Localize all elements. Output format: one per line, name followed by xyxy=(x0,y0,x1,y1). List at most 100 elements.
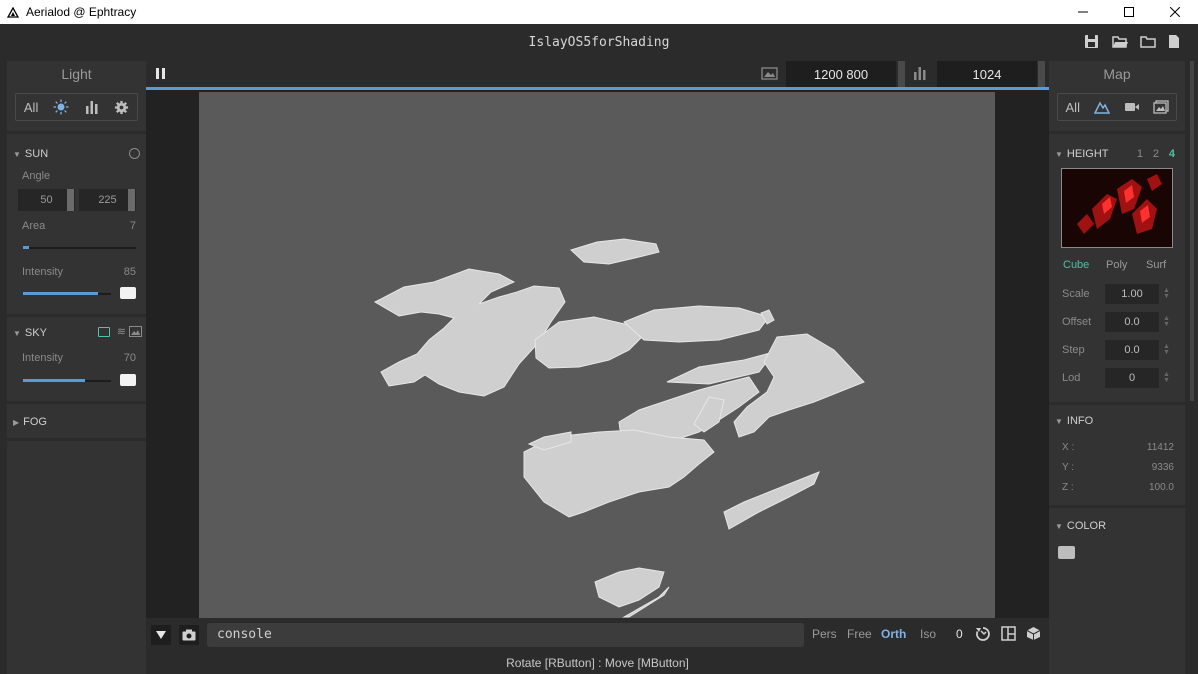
sky-intensity-slider[interactable] xyxy=(23,379,111,382)
samples-value: 1024 xyxy=(972,66,1002,82)
resolution-handle[interactable] xyxy=(898,61,905,87)
offset-input[interactable]: 0.0 xyxy=(1105,312,1159,332)
samples-handle[interactable] xyxy=(1038,61,1045,87)
terrain-color-swatch[interactable] xyxy=(1058,546,1075,559)
console-input[interactable]: console xyxy=(207,623,804,647)
color-section-header[interactable]: ▼ COLOR xyxy=(1049,514,1185,538)
sky-uniform-icon[interactable] xyxy=(98,327,110,337)
new-file-icon[interactable] xyxy=(1168,34,1184,50)
fog-section-header[interactable]: ▶ FOG xyxy=(7,410,146,434)
tab-all[interactable]: All xyxy=(17,95,45,119)
collapse-triangle-icon: ▼ xyxy=(1055,149,1063,159)
samples-input[interactable]: 1024 xyxy=(937,61,1037,87)
step-input[interactable]: 0.0 xyxy=(1105,340,1159,360)
close-button[interactable] xyxy=(1152,0,1198,24)
area-slider[interactable] xyxy=(23,246,136,249)
mode-free[interactable]: Free xyxy=(847,627,872,641)
offset-row: Offset 0.0 ▲ ▼ xyxy=(1049,308,1185,336)
viewport: 1200 800 1024 console Pers Free Orth Iso… xyxy=(146,61,1049,674)
mode-surf[interactable]: Surf xyxy=(1146,259,1166,271)
expand-triangle-icon: ▶ xyxy=(13,417,20,427)
info-y-label: Y : xyxy=(1062,461,1075,473)
info-y-value: 9336 xyxy=(1151,461,1174,473)
status-bar: Rotate [RButton] : Move [MButton] xyxy=(506,656,689,670)
sky-image-icon[interactable] xyxy=(129,326,142,340)
sky-section-header[interactable]: ▼ SKY ≋ xyxy=(7,321,146,345)
info-x-row: X : 11412 xyxy=(1049,437,1185,457)
gear-icon[interactable] xyxy=(108,95,136,119)
console-toggle-button[interactable] xyxy=(151,625,171,645)
lod-input[interactable]: 0 xyxy=(1105,368,1159,388)
sun-color-swatch[interactable] xyxy=(120,287,136,299)
camera-screenshot-button[interactable] xyxy=(179,625,199,645)
save-icon[interactable] xyxy=(1084,34,1100,50)
lod-option-2[interactable]: 2 xyxy=(1153,148,1159,160)
folder-icon[interactable] xyxy=(1140,34,1156,50)
maximize-button[interactable] xyxy=(1106,0,1152,24)
right-scrollbar-thumb[interactable] xyxy=(1190,61,1194,401)
divider xyxy=(1049,505,1185,508)
collapse-triangle-icon: ▼ xyxy=(1055,521,1063,531)
sun-section-label: SUN xyxy=(24,148,49,160)
app-header: IslayOS5forShading xyxy=(0,24,1198,60)
render-canvas[interactable] xyxy=(199,92,995,618)
scale-input[interactable]: 1.00 xyxy=(1105,284,1159,304)
right-scrollbar[interactable] xyxy=(1186,61,1198,674)
info-z-value: 100.0 xyxy=(1148,481,1174,493)
resolution-input[interactable]: 1200 800 xyxy=(786,61,896,87)
sun-intensity-row: Intensity 85 xyxy=(7,260,146,284)
sun-toggle-circle-icon[interactable] xyxy=(129,148,140,159)
height-section-header[interactable]: ▼ HEIGHT 1 2 4 xyxy=(1049,142,1185,166)
mode-orthographic[interactable]: Orth xyxy=(881,627,906,641)
angle-inputs: 50 225 xyxy=(7,186,146,214)
area-value: 7 xyxy=(129,220,136,232)
map-panel-title: Map xyxy=(1103,66,1131,82)
sky-gradient-icon[interactable]: ≋ xyxy=(117,325,126,338)
video-camera-icon[interactable] xyxy=(1118,95,1146,119)
layout-icon[interactable] xyxy=(1001,626,1016,646)
mode-cube[interactable]: Cube xyxy=(1063,259,1089,271)
bar-chart-icon[interactable] xyxy=(78,95,106,119)
divider xyxy=(7,401,146,404)
mode-perspective[interactable]: Pers xyxy=(812,627,837,641)
lod-spinner-icon[interactable]: ▲ ▼ xyxy=(1163,371,1170,384)
pause-icon[interactable] xyxy=(155,67,167,85)
sky-intensity-slider-wrap xyxy=(7,371,146,393)
sun-intensity-slider[interactable] xyxy=(23,292,111,295)
image-icon[interactable] xyxy=(761,66,778,86)
divider xyxy=(7,131,146,134)
cube-icon[interactable] xyxy=(1026,626,1041,646)
sun-section-header[interactable]: ▼ SUN xyxy=(7,142,146,166)
height-section-label: HEIGHT xyxy=(1066,148,1109,160)
collapse-triangle-icon: ▼ xyxy=(13,328,21,338)
gallery-icon[interactable] xyxy=(1147,95,1175,119)
sun-intensity-slider-fill xyxy=(23,292,98,295)
lod-option-4[interactable]: 4 xyxy=(1169,148,1175,160)
reset-rotation-icon[interactable] xyxy=(975,626,991,647)
minimize-button[interactable] xyxy=(1060,0,1106,24)
terrain-icon[interactable] xyxy=(1088,95,1116,119)
lod-label: Lod xyxy=(1062,372,1081,384)
info-section-header[interactable]: ▼ INFO xyxy=(1049,409,1185,433)
mode-poly[interactable]: Poly xyxy=(1106,259,1127,271)
open-folder-icon[interactable] xyxy=(1112,34,1128,50)
sky-section-label: SKY xyxy=(24,327,47,339)
tab-all[interactable]: All xyxy=(1059,95,1087,119)
angle-elevation-handle[interactable] xyxy=(67,189,74,211)
heightmap-thumbnail[interactable] xyxy=(1061,168,1173,248)
samples-bar-chart-icon[interactable] xyxy=(913,66,927,85)
mode-isometric[interactable]: Iso xyxy=(920,627,936,641)
lod-option-1[interactable]: 1 xyxy=(1137,148,1143,160)
rotation-counter: 0 xyxy=(956,627,963,641)
scale-spinner-icon[interactable]: ▲ ▼ xyxy=(1163,287,1170,300)
angle-azimuth-handle[interactable] xyxy=(128,189,135,211)
divider xyxy=(7,314,146,317)
step-spinner-icon[interactable]: ▲ ▼ xyxy=(1163,343,1170,356)
sun-icon[interactable] xyxy=(47,95,75,119)
angle-row: Angle xyxy=(7,166,146,186)
light-panel-title: Light xyxy=(61,66,92,82)
lod-row: Lod 0 ▲ ▼ xyxy=(1049,364,1185,392)
sky-color-swatch[interactable] xyxy=(120,374,136,386)
offset-spinner-icon[interactable]: ▲ ▼ xyxy=(1163,315,1170,328)
area-row: Area 7 xyxy=(7,214,146,238)
